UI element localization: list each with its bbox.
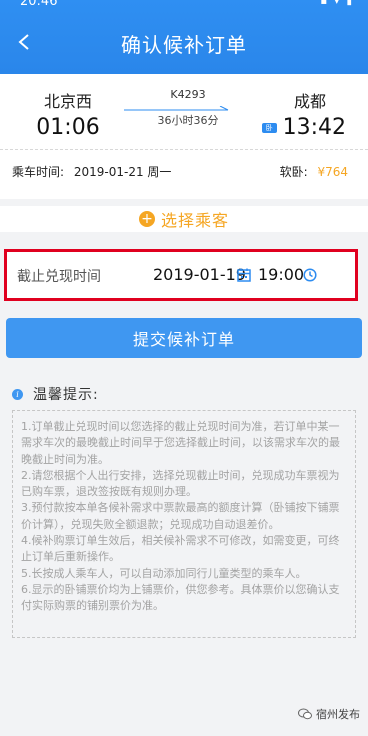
arrival-station-name: 成都: [293, 92, 326, 111]
deadline-row[interactable]: 截止兑现时间 2019-01-19 19:00: [4, 249, 358, 301]
calendar-icon[interactable]: [237, 268, 251, 282]
page-title: 确认候补订单: [121, 33, 247, 57]
seat-price-row: 软卧: ¥764: [280, 163, 348, 180]
sleeper-tag-icon: 卧: [262, 122, 277, 133]
train-number: K4293: [170, 88, 206, 101]
arrival-station: 成都 卧 13:42: [262, 88, 346, 140]
deadline-time[interactable]: 19:00: [258, 265, 304, 284]
travel-date-row: 乘车时间: 2019-01-21 周一: [12, 163, 171, 180]
watermark: 宿州发布: [298, 706, 360, 722]
train-info-card: 北京西 01:06 K4293 36小时36分 成都 卧 13:42 乘车时间:…: [0, 74, 368, 199]
tip-item: 2.请您根据个人出行安排，选择兑现截止时间，兑现成功车票视为已购车票，退改签按既…: [21, 468, 340, 499]
travel-date-label: 乘车时间:: [12, 165, 65, 179]
deadline-date[interactable]: 2019-01-19: [153, 265, 246, 284]
tip-item: 6.显示的卧铺票价均为上铺票价，供您参考。具体票价以您确认支付实际购票的铺别票价…: [21, 582, 340, 613]
deadline-label: 截止兑现时间: [17, 269, 101, 285]
chat-bubble-icon: [298, 708, 312, 720]
departure-station-name: 北京西: [43, 92, 92, 111]
status-icons: ▪ ▾ ▮: [320, 0, 354, 7]
tip-item: 3.预付款按本单各候补需求中票款最高的额度计算（卧铺按下铺票价计算），兑现失败全…: [21, 501, 340, 531]
watermark-text: 宿州发布: [316, 708, 360, 721]
status-bar: 20:46 ▪ ▾ ▮: [0, 0, 368, 14]
select-passenger-label: 选择乘客: [160, 211, 229, 230]
travel-date-value: 2019-01-21 周一: [73, 165, 172, 179]
tip-item: 4.候补购票订单生效后，相关候补需求不可修改，如需变更，可终止订单后重新操作。: [21, 534, 340, 564]
departure-station: 北京西 01:06: [36, 88, 100, 140]
trip-duration: 36小时36分: [157, 114, 219, 127]
status-time: 20:46: [20, 0, 58, 9]
seat-type-label: 软卧:: [279, 165, 308, 179]
tips-header: i 温馨提示:: [12, 384, 99, 404]
app-header: 20:46 ▪ ▾ ▮ 确认候补订单: [0, 0, 368, 74]
plus-circle-icon: +: [138, 211, 155, 227]
departure-time: 01:06: [36, 115, 100, 140]
seat-price: ¥764: [317, 165, 348, 179]
tip-item: 1.订单截止兑现时间以您选择的截止兑现时间为准，若订单中某一需求车次的最晚截止时…: [21, 420, 340, 466]
clock-icon[interactable]: [303, 268, 317, 282]
tips-title: 温馨提示:: [33, 387, 99, 403]
tips-box: 1.订单截止兑现时间以您选择的截止兑现时间为准，若订单中某一需求车次的最晚截止时…: [12, 410, 356, 638]
tip-item: 5.长按成人乘车人，可以自动添加同行儿童类型的乘车人。: [21, 566, 307, 580]
info-icon: i: [12, 388, 23, 400]
select-passenger-button[interactable]: + 选择乘客: [0, 206, 368, 232]
divider: [0, 149, 368, 150]
submit-order-button[interactable]: 提交候补订单: [6, 318, 362, 358]
arrival-time: 13:42: [282, 115, 346, 140]
